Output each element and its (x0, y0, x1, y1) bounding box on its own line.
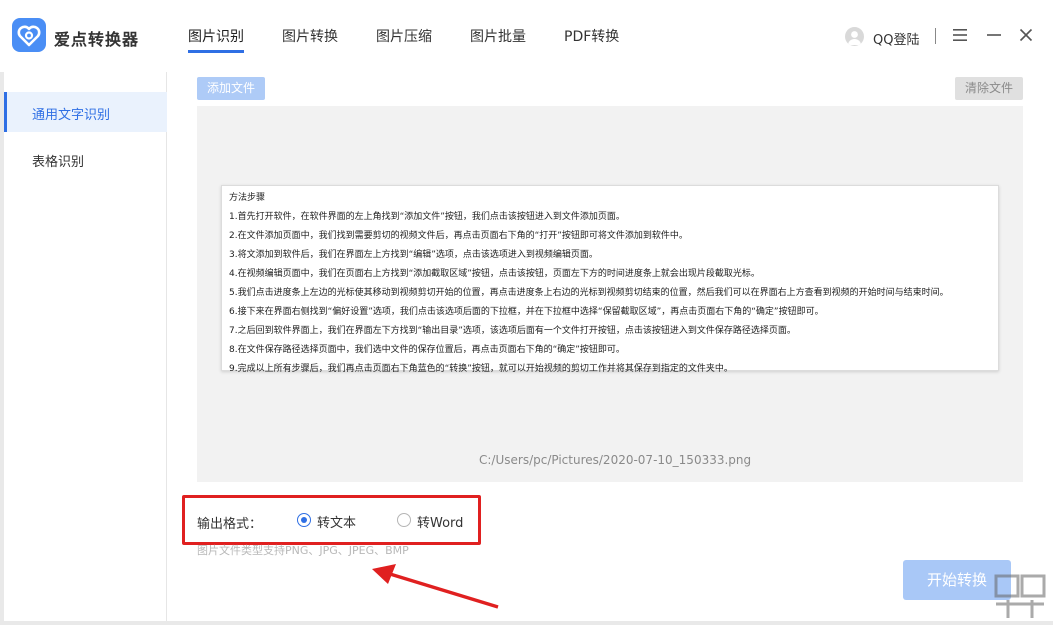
user-avatar-icon[interactable] (845, 27, 864, 46)
app-title: 爱点转换器 (54, 30, 140, 49)
supported-formats-hint: 图片文件类型支持PNG、JPG、JPEG、BMP (197, 544, 409, 557)
tab-label: 图片压缩 (376, 29, 432, 45)
doc-line: 6.接下来在界面右侧找到“偏好设置”选项，我们点击该选项后面的下拉框，并在下拉框… (229, 307, 824, 317)
red-arrow-annotation (372, 564, 499, 609)
doc-line: 2.在文件添加页面中，我们找到需要剪切的视频文件后，再点击页面右下角的“打开”按… (229, 231, 688, 241)
doc-line: 7.之后回到软件界面上，我们在界面左下方找到“输出目录”选项，该选项后面有一个文… (229, 326, 796, 336)
active-tab-underline (188, 50, 244, 53)
doc-line: 4.在视频编辑页面中，我们在页面右上方找到“添加截取区域”按钮，点击该按钮，页面… (229, 269, 760, 279)
radio-to-text[interactable] (297, 513, 311, 527)
window-frame-bottom (0, 621, 1053, 625)
main-nav: 图片识别 图片转换 图片压缩 图片批量 PDF转换 (170, 0, 640, 72)
doc-line: 5.我们点击进度条上左边的光标使其移动到视频剪切开始的位置，再点击进度条上右边的… (229, 288, 949, 298)
tab-label: 图片识别 (188, 29, 244, 45)
tab-label: PDF转换 (564, 29, 620, 45)
tab-image-batch[interactable]: 图片批量 (452, 0, 546, 72)
preview-image: 方法步骤 1.首先打开软件，在软件界面的左上角找到“添加文件”按钮，我们点击该按… (221, 185, 999, 374)
doc-line: 8.在文件保存路径选择页面中，我们选中文件的保存位置后，再点击页面右下角的“确定… (229, 345, 625, 355)
doc-line: 方法步骤 (229, 193, 266, 203)
heart-logo-icon (17, 25, 41, 47)
tab-label: 图片转换 (282, 29, 338, 45)
radio-to-text-label[interactable]: 转文本 (317, 512, 356, 531)
output-format-label: 输出格式： (197, 517, 263, 532)
radio-to-word[interactable] (397, 513, 411, 527)
file-path: C:/Users/pc/Pictures/2020-07-10_150333.p… (479, 453, 752, 467)
sidebar: 通用文字识别 表格识别 (4, 72, 167, 621)
tab-label: 图片批量 (470, 29, 526, 45)
tab-pdf-convert[interactable]: PDF转换 (546, 0, 640, 72)
clear-file-button[interactable]: 清除文件 (955, 77, 1023, 100)
tab-image-convert[interactable]: 图片转换 (264, 0, 358, 72)
doc-line: 3.将文添加到软件后，我们在界面左上方找到“编辑”选项，点击该选项进入到视频编辑… (229, 250, 598, 260)
sidebar-item-general-ocr[interactable]: 通用文字识别 (4, 92, 167, 132)
qq-login-link[interactable]: QQ登陆 (873, 29, 919, 48)
app-logo (12, 18, 46, 52)
radio-to-word-label[interactable]: 转Word (417, 512, 463, 531)
image-preview: 方法步骤 1.首先打开软件，在软件界面的左上角找到“添加文件”按钮，我们点击该按… (197, 106, 1023, 482)
add-file-button[interactable]: 添加文件 (197, 77, 265, 100)
close-icon[interactable] (1015, 24, 1037, 46)
sidebar-item-table-ocr[interactable]: 表格识别 (4, 139, 167, 179)
doc-line: 9.完成以上所有步骤后，我们再点击页面右下角蓝色的“转换”按钮，就可以开始视频的… (229, 364, 733, 374)
watermark-logo (994, 574, 1046, 618)
active-indicator (4, 92, 7, 132)
menu-icon[interactable] (949, 24, 971, 46)
title-bar: 爱点转换器 图片识别 图片转换 图片压缩 图片批量 PDF转换 QQ登陆 (0, 0, 1053, 72)
sidebar-item-label: 表格识别 (32, 155, 85, 170)
tab-image-recognition[interactable]: 图片识别 (170, 0, 264, 72)
tab-image-compress[interactable]: 图片压缩 (358, 0, 452, 72)
sidebar-item-label: 通用文字识别 (32, 108, 111, 123)
doc-line: 1.首先打开软件，在软件界面的左上角找到“添加文件”按钮，我们点击该按钮进入到文… (229, 212, 625, 222)
minimize-icon[interactable] (983, 24, 1005, 46)
divider (935, 28, 936, 44)
